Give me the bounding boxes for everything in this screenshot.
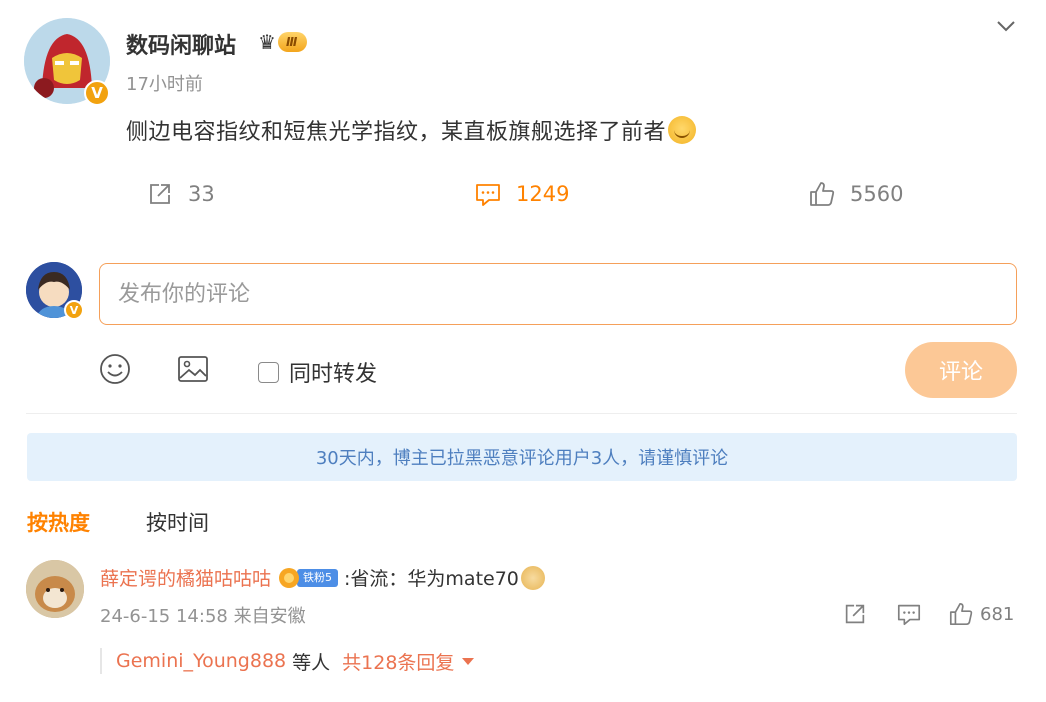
reply-etc: 等人 [292, 651, 331, 674]
comment-location: 来自安徽 [233, 606, 306, 627]
vip-badge[interactable]: ♛ Ⅲ [258, 30, 308, 54]
comment-username[interactable]: 薛定谔的橘猫咕咕咕 [100, 564, 271, 591]
reply-summary[interactable]: Gemini_Young888 等人 共128条回复 [100, 648, 475, 675]
comment-reply-button[interactable] [896, 601, 922, 627]
thumbs-up-icon [810, 182, 835, 206]
author-name[interactable]: 数码闲聊站 [126, 28, 236, 60]
fan-badge-icon [279, 567, 300, 588]
checkbox-box[interactable] [258, 361, 279, 383]
comment-icon [476, 184, 500, 206]
comment-like-count: 681 [980, 603, 1015, 625]
caret-down-icon[interactable] [462, 657, 475, 665]
repost-checkbox[interactable]: 同时转发 [258, 356, 377, 388]
forward-button[interactable]: 33 [146, 180, 215, 208]
sort-by-hot-tab[interactable]: 按热度 [27, 507, 90, 537]
submit-comment-button[interactable]: 评论 [905, 342, 1017, 398]
emoji-icon[interactable] [98, 352, 132, 386]
thumbs-up-icon [949, 602, 973, 626]
forward-icon [150, 184, 170, 204]
reply-total[interactable]: 共128条回复 [342, 648, 454, 675]
comment-button[interactable]: 1249 [474, 180, 569, 208]
crown-icon: ♛ [258, 30, 276, 54]
sort-by-time-tab[interactable]: 按时间 [146, 507, 209, 537]
forward-icon [845, 604, 865, 624]
comment-date: 24-6-15 14:58 [100, 606, 228, 627]
post-text: 侧边电容指纹和短焦光学指纹，某直板旗舰选择了前者 [126, 114, 697, 146]
comment-forward-button[interactable] [842, 601, 868, 627]
fan-level: 铁粉5 [297, 568, 339, 587]
fan-badge[interactable]: 铁粉5 [279, 567, 339, 588]
commenter-avatar[interactable] [26, 560, 84, 618]
comment-meta: 24-6-15 14:58 来自安徽 [100, 602, 306, 628]
verified-badge: V [84, 80, 110, 106]
post-time[interactable]: 17小时前 [126, 70, 203, 96]
blacklist-notice: 30天内，博主已拉黑恶意评论用户3人，请谨慎评论 [27, 433, 1017, 481]
repost-label: 同时转发 [289, 362, 378, 387]
image-icon[interactable] [176, 352, 210, 386]
my-verified-badge: V [64, 300, 84, 320]
chevron-down-icon[interactable] [994, 14, 1018, 38]
doge-emoji-icon [520, 565, 545, 590]
comment-line: 薛定谔的橘猫咕咕咕 铁粉5 :省流：华为mate70 [100, 564, 545, 591]
forward-count: 33 [188, 182, 215, 206]
reply-username[interactable]: Gemini_Young888 [116, 650, 286, 672]
comment-count: 1249 [516, 182, 570, 206]
comment-icon [897, 604, 921, 626]
like-button[interactable]: 5560 [808, 180, 903, 208]
comment-text: :省流：华为mate70 [344, 568, 519, 590]
vip-level: Ⅲ [277, 32, 308, 52]
comment-like-button[interactable]: 681 [948, 601, 1014, 627]
smile-emoji-icon [668, 116, 697, 144]
divider [26, 413, 1017, 414]
comment-input[interactable] [99, 263, 1017, 325]
post-text-content: 侧边电容指纹和短焦光学指纹，某直板旗舰选择了前者 [126, 120, 667, 145]
like-count: 5560 [850, 182, 904, 206]
